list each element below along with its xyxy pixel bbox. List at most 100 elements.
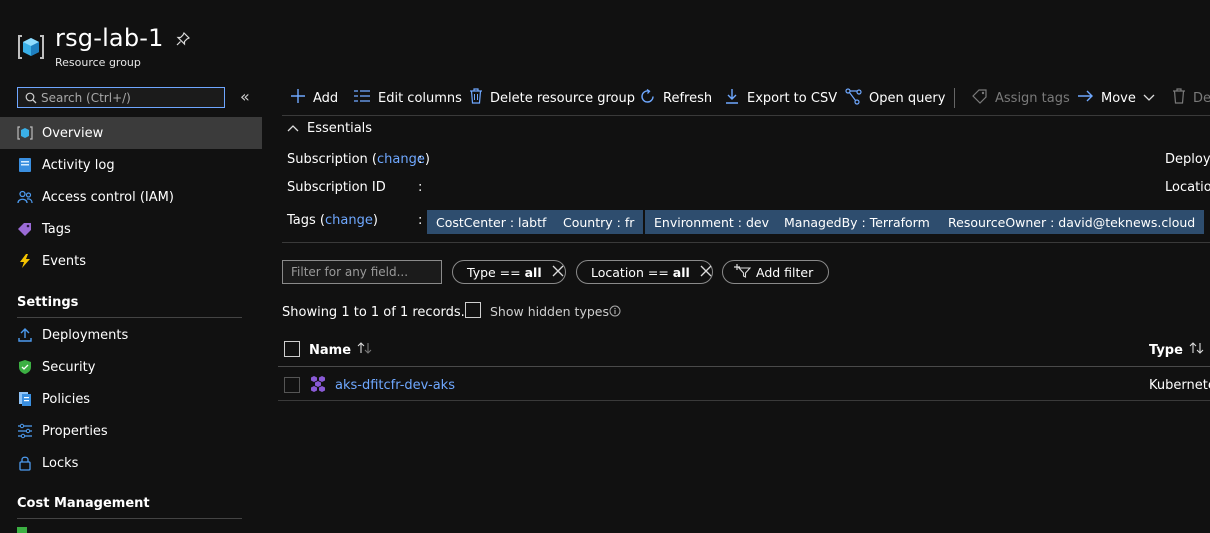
divider (17, 317, 242, 318)
tag-environment[interactable]: Environment : dev (645, 210, 778, 234)
sidebar-item-activity-log[interactable]: Activity log (0, 149, 262, 181)
sidebar-item-label: Activity log (42, 157, 115, 173)
policy-icon (17, 391, 33, 407)
toolbar-separator (954, 88, 955, 108)
resource-group-logo-icon (17, 33, 45, 61)
upload-icon (17, 327, 33, 343)
assign-tags-label: Assign tags (995, 90, 1070, 106)
export-csv-button[interactable]: Export to CSV (724, 89, 837, 107)
sidebar-item-tags[interactable]: Tags (0, 213, 262, 245)
plus-icon (290, 88, 306, 108)
activity-log-icon (17, 157, 33, 173)
lightning-icon (17, 253, 33, 269)
resource-group-icon (17, 125, 33, 141)
show-hidden-types-label: Show hidden types (490, 304, 609, 319)
location-filter-pill[interactable]: Location == all (576, 260, 713, 284)
sidebar-item-deployments[interactable]: Deployments (0, 319, 262, 351)
search-icon (25, 92, 37, 104)
table-row-divider (278, 400, 1210, 401)
close-icon[interactable] (700, 265, 712, 280)
essentials-toggle[interactable]: Essentials (287, 121, 372, 136)
refresh-button[interactable]: Refresh (639, 88, 713, 107)
tags-label: Tags (change) (287, 213, 378, 228)
sidebar-item-iam[interactable]: Access control (IAM) (0, 181, 262, 213)
subscription-label: Subscription (change) (287, 152, 430, 167)
type-filter-pill[interactable]: Type == all (452, 260, 566, 284)
subscription-id-colon: : (418, 180, 423, 195)
name-column-header[interactable]: Name (309, 342, 373, 358)
tag-resourceowner[interactable]: ResourceOwner : david@teknews.cloud (939, 210, 1205, 234)
subscription-text: Subscription ( (287, 152, 377, 167)
filter-input[interactable] (291, 265, 436, 279)
trash-icon (1172, 88, 1186, 108)
toolbar-divider (282, 115, 1210, 116)
pin-icon[interactable] (176, 31, 191, 46)
move-button[interactable]: Move (1077, 89, 1155, 107)
records-count: Showing 1 to 1 of 1 records. (282, 305, 465, 320)
location-filter-value: all (672, 264, 690, 280)
tag-icon (17, 221, 33, 237)
page-title: rsg-lab-1 (55, 24, 164, 52)
move-label: Move (1101, 90, 1136, 106)
delete-resource-group-button[interactable]: Delete resource group (469, 88, 635, 108)
settings-section-title: Settings (17, 295, 79, 310)
shield-icon (17, 359, 33, 375)
essentials-title: Essentials (307, 121, 373, 136)
essentials-divider (282, 242, 1210, 243)
info-icon[interactable] (609, 305, 621, 321)
sidebar-item-locks[interactable]: Locks (0, 447, 262, 479)
sidebar-item-label: Deployments (42, 327, 129, 343)
add-filter-button[interactable]: Add filter (722, 260, 829, 284)
add-filter-icon (733, 263, 752, 281)
trash-icon (469, 88, 483, 108)
tag-managedby[interactable]: ManagedBy : Terraform (775, 210, 939, 234)
tag-country[interactable]: Country : fr (554, 210, 644, 234)
collapse-sidebar-button[interactable]: « (240, 87, 250, 106)
refresh-label: Refresh (663, 90, 713, 106)
subscription-id-label: Subscription ID (287, 180, 386, 195)
add-label: Add (313, 90, 339, 106)
type-filter-value: all (524, 264, 542, 280)
divider (17, 518, 242, 519)
filter-field[interactable] (282, 260, 442, 284)
sidebar-item-label: Tags (42, 221, 71, 237)
show-hidden-types-checkbox[interactable] (465, 302, 481, 318)
delete-button[interactable]: De (1172, 88, 1210, 108)
sidebar-item-label: Security (42, 359, 96, 375)
select-all-checkbox[interactable] (284, 341, 300, 357)
add-button[interactable]: Add (290, 89, 338, 107)
sidebar-search[interactable] (17, 87, 225, 108)
kubernetes-icon (309, 375, 327, 397)
sliders-icon (17, 423, 33, 439)
location-label: Locatio (1165, 180, 1210, 195)
sidebar-item-overview[interactable]: Overview (0, 117, 262, 149)
download-icon (724, 88, 740, 108)
resource-name-link[interactable]: aks-dfitcfr-dev-aks (335, 378, 455, 393)
assign-tags-button[interactable]: Assign tags (972, 89, 1070, 107)
type-column-header[interactable]: Type (1149, 342, 1205, 358)
chevron-down-icon (1143, 91, 1155, 106)
tag-costcenter[interactable]: CostCenter : labtf (427, 210, 556, 234)
sidebar-item-policies[interactable]: Policies (0, 383, 262, 415)
columns-icon (353, 89, 371, 107)
tags-change-link[interactable]: change (325, 213, 373, 228)
cost-analysis-icon (17, 527, 27, 533)
name-column-label: Name (309, 342, 352, 358)
deployments-label: Deploym (1165, 152, 1210, 167)
sidebar-search-input[interactable] (37, 90, 221, 105)
query-icon (845, 87, 862, 109)
sidebar-item-events[interactable]: Events (0, 245, 262, 277)
open-query-button[interactable]: Open query (845, 87, 945, 109)
cost-management-section-title: Cost Management (17, 496, 150, 511)
row-checkbox[interactable] (284, 377, 300, 393)
edit-columns-button[interactable]: Edit columns (353, 89, 462, 107)
sort-icon (357, 342, 373, 358)
close-icon[interactable] (552, 265, 564, 280)
sidebar-item-properties[interactable]: Properties (0, 415, 262, 447)
sidebar-item-label: Overview (42, 125, 104, 141)
subscription-colon: : (418, 152, 423, 167)
tag-outline-icon (972, 88, 988, 108)
table-row: aks-dfitcfr-dev-aks Kubernete (278, 367, 1210, 401)
page-subtitle: Resource group (55, 56, 141, 69)
sidebar-item-security[interactable]: Security (0, 351, 262, 383)
